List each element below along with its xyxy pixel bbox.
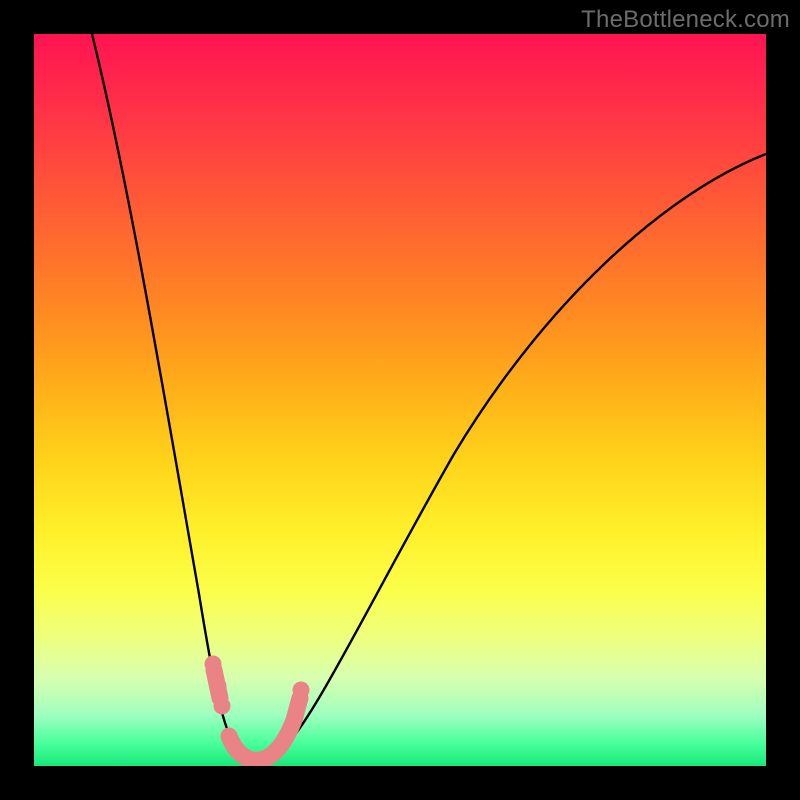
highlight-dot	[210, 678, 227, 695]
curve-path	[92, 34, 766, 761]
highlight-dot	[214, 698, 231, 715]
chart-frame: TheBottleneck.com	[0, 0, 800, 800]
highlight-dot	[205, 656, 222, 673]
plot-area	[34, 34, 766, 766]
highlight-valley	[214, 670, 300, 760]
bottleneck-curve	[34, 34, 766, 766]
watermark-text: TheBottleneck.com	[581, 6, 790, 34]
highlight-dot	[293, 682, 310, 699]
